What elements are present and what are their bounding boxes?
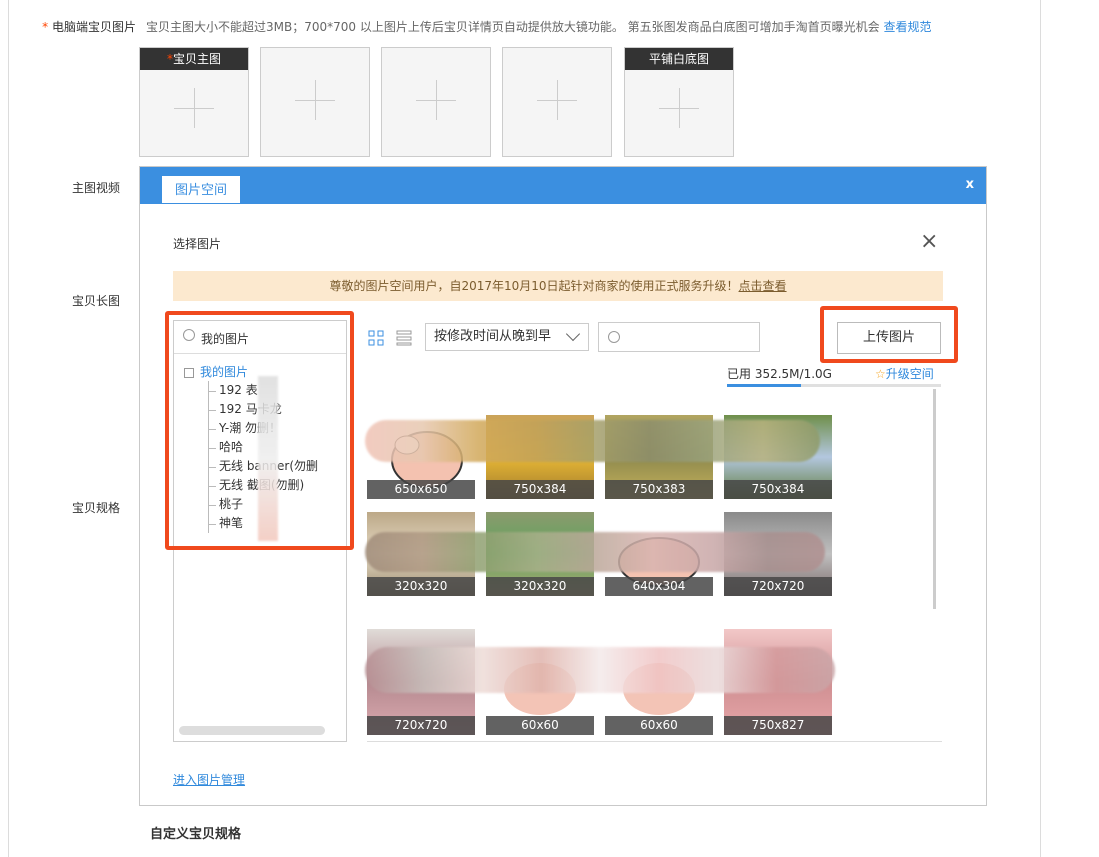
main-video-label: 主图视频 [71,181,120,195]
image-size-label: 750x827 [724,716,832,735]
manage-images-link[interactable]: 进入图片管理 [173,771,245,788]
page-border-left [8,0,9,857]
image-grid-scrollbar[interactable] [933,389,936,609]
star-icon: ☆ [875,367,886,381]
tree-scrollbar[interactable] [179,726,325,735]
redaction-mosaic [365,532,825,572]
image-size-label: 640x304 [605,577,713,596]
search-icon [608,331,620,343]
image-search-input[interactable] [598,322,760,352]
image-size-label: 750x384 [486,480,594,499]
redaction-mosaic [365,647,835,693]
dialog-close-button[interactable]: x [966,177,974,192]
storage-usage: 已用 352.5M/1.0G [727,367,832,381]
image-size-label: 720x720 [724,577,832,596]
image-slot-white-bg[interactable]: 平铺白底图 [624,47,734,157]
slot-caption: 平铺白底图 [625,48,733,70]
list-view-icon[interactable] [396,330,412,346]
highlight-upload-button [820,306,958,363]
image-size-label: 750x384 [724,480,832,499]
image-size-label: 320x320 [367,577,475,596]
quota-fill [727,384,801,387]
page-border-right [1040,0,1041,857]
image-size-label: 720x720 [367,716,475,735]
close-icon[interactable]: × [920,229,938,254]
upgrade-notice: 尊敬的图片空间用户，自2017年10月10日起针对商家的使用正式服务升级！点击查… [173,271,943,301]
grid-view-icon[interactable] [368,330,384,346]
image-slot-main[interactable]: *宝贝主图 [139,47,249,157]
image-slot-4[interactable] [502,47,612,157]
view-spec-link[interactable]: 查看规范 [884,20,932,34]
select-image-title: 选择图片 [173,237,222,251]
tab-image-space[interactable]: 图片空间 [161,175,241,204]
image-size-label: 750x383 [605,480,713,499]
image-size-label: 60x60 [605,716,713,735]
pc-images-label: * 电脑端宝贝图片 [42,20,136,34]
highlight-folder-tree [165,311,354,550]
image-size-label: 320x320 [486,577,594,596]
image-slot-3[interactable] [381,47,491,157]
sort-select[interactable]: 按修改时间从晚到早 [425,323,589,351]
dialog-header: 图片空间 x [140,167,986,204]
image-slot-2[interactable] [260,47,370,157]
slot-caption: *宝贝主图 [140,48,248,70]
chevron-down-icon [565,326,581,342]
storage-quota-bar [727,384,941,387]
notice-link[interactable]: 点击查看 [739,279,787,293]
spec-label: 宝贝规格 [71,501,120,515]
image-size-label: 650x650 [367,480,475,499]
redaction-mosaic [365,420,820,462]
custom-spec-label: 自定义宝贝规格 [150,827,242,842]
image-size-label: 60x60 [486,716,594,735]
grid-divider [367,741,942,742]
image-hint: 宝贝主图大小不能超过3MB；700*700 以上图片上传后宝贝详情页自动提供放大… [146,20,932,34]
long-image-label: 宝贝长图 [71,294,120,308]
upgrade-space-link[interactable]: ☆升级空间 [875,365,934,382]
